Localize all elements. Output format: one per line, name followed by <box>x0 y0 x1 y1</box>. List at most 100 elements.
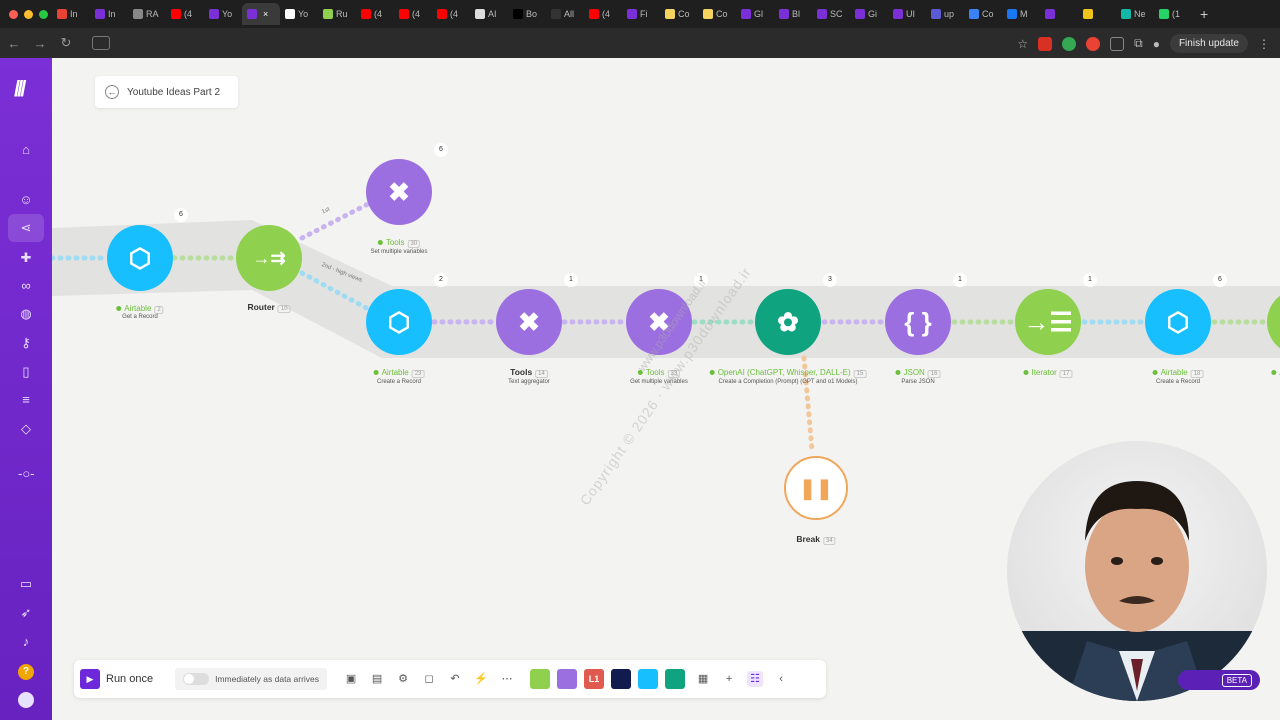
add-icon[interactable]: + <box>721 671 737 687</box>
tools-app-icon[interactable] <box>557 669 578 689</box>
browser-tab[interactable]: (4 <box>432 3 470 25</box>
templates-puzzle-icon[interactable]: ✚ <box>18 250 34 266</box>
node-name: Tools 14 <box>510 367 548 378</box>
datastores-icon[interactable]: ≡ <box>18 392 34 408</box>
browser-tab[interactable]: SC <box>812 3 850 25</box>
tools-text-aggregator-node[interactable]: ✖ <box>496 289 562 355</box>
browser-tab[interactable]: × <box>242 3 280 25</box>
browser-tab[interactable]: Fi <box>622 3 660 25</box>
finish-update-button[interactable]: Finish update <box>1169 34 1248 53</box>
extension-icon[interactable] <box>1086 36 1101 51</box>
browser-tab[interactable]: Co <box>698 3 736 25</box>
browser-tab[interactable]: Gl <box>736 3 774 25</box>
browser-tab[interactable]: Ru <box>318 3 356 25</box>
browser-tab[interactable]: (4 <box>584 3 622 25</box>
make-logo[interactable]: /// <box>14 76 26 102</box>
browser-tab[interactable]: Bo <box>508 3 546 25</box>
openai-app-icon[interactable] <box>665 669 686 689</box>
home-icon[interactable]: ⌂ <box>18 142 34 158</box>
close-window-button[interactable] <box>9 9 18 19</box>
browser-tab[interactable]: (4 <box>394 3 432 25</box>
browser-tab[interactable]: Yo <box>280 3 318 25</box>
connections-link-icon[interactable]: ∞ <box>18 278 34 294</box>
browser-tab[interactable]: RA <box>128 3 166 25</box>
browser-tab[interactable]: (4 <box>166 3 204 25</box>
node-name: Break 34 <box>796 534 836 545</box>
break-node[interactable]: ❚❚ <box>784 456 848 520</box>
maximize-window-button[interactable] <box>39 9 48 19</box>
reload-icon[interactable]: ↻ <box>54 35 78 51</box>
browser-tab[interactable]: Co <box>964 3 1002 25</box>
new-tab-button[interactable]: + <box>1200 6 1208 22</box>
notes-icon[interactable]: ◻ <box>421 671 437 687</box>
data-structures-cube-icon[interactable]: ◇ <box>18 421 34 437</box>
schedule-setting[interactable]: Immediately as data arrives <box>175 668 328 690</box>
profile-icon[interactable]: ● <box>1153 37 1160 51</box>
browser-tab[interactable]: UI <box>888 3 926 25</box>
extension-icon[interactable] <box>1062 36 1077 51</box>
schedule-toggle[interactable] <box>183 673 210 685</box>
browser-tab[interactable]: AI <box>470 3 508 25</box>
browser-tab[interactable]: Ne <box>1116 3 1154 25</box>
forward-arrow-icon[interactable]: → <box>28 36 52 51</box>
browser-tab[interactable]: All <box>546 3 584 25</box>
help-icon[interactable]: ? <box>18 664 34 680</box>
undo-icon[interactable]: ↶ <box>447 671 463 687</box>
airtable-cube-icon: ⬡ <box>387 306 411 337</box>
settings-gear-icon[interactable]: ⚙ <box>395 671 411 687</box>
beta-badge[interactable]: BETA <box>1178 670 1260 690</box>
minimize-window-button[interactable] <box>24 9 33 19</box>
browser-tab[interactable] <box>1078 3 1116 25</box>
browser-tab[interactable]: (1 <box>1154 3 1192 25</box>
airtable-create-node[interactable]: ⬡ <box>1145 289 1211 355</box>
make-app-icon[interactable] <box>611 669 632 689</box>
browser-tab[interactable]: Bl <box>774 3 812 25</box>
more-dots-icon[interactable]: ⋯ <box>499 671 515 687</box>
extension-icon[interactable] <box>1110 36 1125 51</box>
browser-tab[interactable]: M <box>1002 3 1040 25</box>
flow-control-app-icon[interactable]: L1 <box>584 669 605 689</box>
flow-list-icon[interactable]: ☷ <box>747 671 764 687</box>
close-tab-icon[interactable]: × <box>263 9 268 19</box>
scenarios-share-icon[interactable]: ⋖ <box>8 214 44 242</box>
extensions-puzzle-icon[interactable]: ⧉ <box>1134 36 1143 51</box>
notifications-bell-icon[interactable]: ♪ <box>18 634 34 650</box>
back-arrow-icon[interactable]: ← <box>2 36 26 51</box>
extension-icon[interactable] <box>1038 36 1053 51</box>
team-icon[interactable]: ☺ <box>18 192 34 208</box>
browser-tab[interactable]: Yo <box>204 3 242 25</box>
rocket-icon[interactable]: ➶ <box>18 605 34 621</box>
airtable-app-icon[interactable] <box>638 669 659 689</box>
flow-dots-icon[interactable]: -○- <box>18 466 35 482</box>
scheduling-icon[interactable]: ▤ <box>369 671 385 687</box>
devices-icon[interactable]: ▯ <box>18 364 34 380</box>
keys-icon[interactable]: ⚷ <box>18 335 34 351</box>
airtable-get-node[interactable]: ⬡ <box>107 225 173 291</box>
site-controls-icon[interactable] <box>92 36 110 50</box>
magic-wand-icon[interactable]: ⚡ <box>473 671 489 687</box>
browser-tab[interactable]: Co <box>660 3 698 25</box>
router-node[interactable]: →⇉ <box>236 225 302 291</box>
router-app-icon[interactable] <box>530 669 551 689</box>
tab-label: Ru <box>336 9 348 19</box>
docs-book-icon[interactable]: ▭ <box>18 576 34 592</box>
run-once-button[interactable]: ▶ Run once <box>80 669 153 689</box>
airtable-create-node[interactable]: ⬡ <box>366 289 432 355</box>
browser-tab[interactable]: Gi <box>850 3 888 25</box>
browser-tab[interactable]: In <box>90 3 128 25</box>
iterator-node[interactable]: →☰ <box>1015 289 1081 355</box>
browser-tab[interactable]: (4 <box>356 3 394 25</box>
kebab-menu-icon[interactable]: ⋮ <box>1258 37 1270 51</box>
grid-icon[interactable]: ▦ <box>695 671 711 687</box>
json-parse-node[interactable]: { } <box>885 289 951 355</box>
browser-tab[interactable]: up <box>926 3 964 25</box>
browser-tab[interactable]: In <box>52 3 90 25</box>
webhooks-globe-icon[interactable]: ◍ <box>18 306 34 322</box>
collapse-chevron-icon[interactable]: ‹ <box>773 671 789 687</box>
save-icon[interactable]: ▣ <box>343 671 359 687</box>
user-avatar[interactable] <box>18 692 34 708</box>
bookmark-star-icon[interactable]: ☆ <box>1017 37 1028 51</box>
tools-set-variables-node[interactable]: ✖ <box>366 159 432 225</box>
openai-completion-node[interactable]: ✿ <box>755 289 821 355</box>
browser-tab[interactable] <box>1040 3 1078 25</box>
